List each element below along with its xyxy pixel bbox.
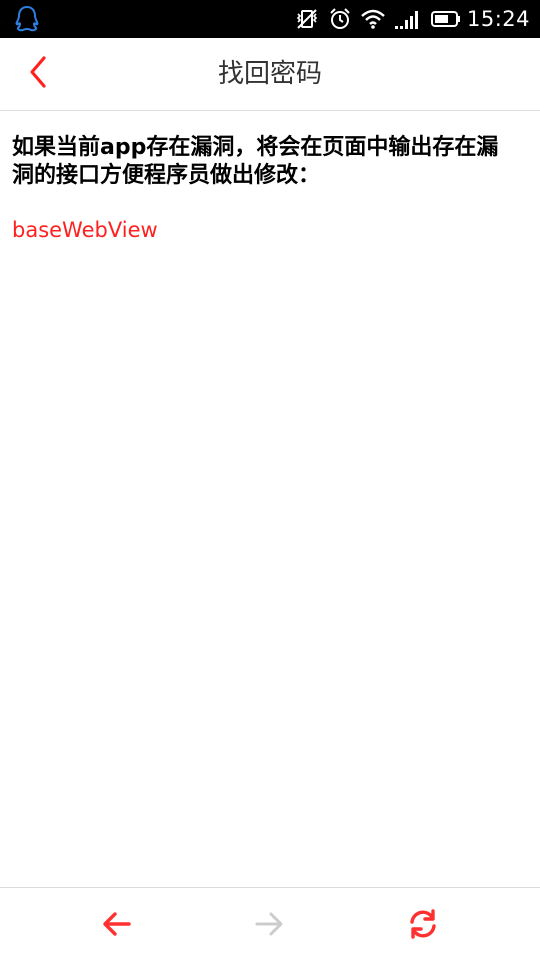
title-bar: 找回密码 <box>0 38 540 111</box>
arrow-left-icon <box>102 911 132 941</box>
signal-icon <box>394 8 421 30</box>
vibrate-off-icon <box>295 8 319 30</box>
browser-toolbar <box>0 887 540 960</box>
main-content: 如果当前app存在漏洞，将会在页面中输出存在漏洞的接口方便程序员做出修改： ba… <box>12 134 512 244</box>
refresh-button[interactable] <box>403 906 443 946</box>
battery-icon <box>430 8 461 30</box>
vulnerable-interface-item: baseWebView <box>12 218 158 242</box>
nav-forward-button[interactable] <box>249 906 289 946</box>
qq-icon <box>14 5 40 33</box>
arrow-right-icon <box>254 911 284 941</box>
notice-text: 如果当前app存在漏洞，将会在页面中输出存在漏洞的接口方便程序员做出修改： <box>12 135 499 188</box>
wifi-icon <box>361 8 385 30</box>
nav-back-button[interactable] <box>97 906 137 946</box>
alarm-icon <box>329 8 351 30</box>
status-icons: 15:24 <box>285 0 530 38</box>
status-time: 15:24 <box>466 7 530 31</box>
refresh-icon <box>406 907 440 945</box>
app-screen: 15:24 找回密码 如果当前app存在漏洞，将会在页面中输出存在漏洞的接口方便… <box>0 0 540 960</box>
page-title: 找回密码 <box>217 59 322 89</box>
status-bar: 15:24 <box>0 0 540 38</box>
